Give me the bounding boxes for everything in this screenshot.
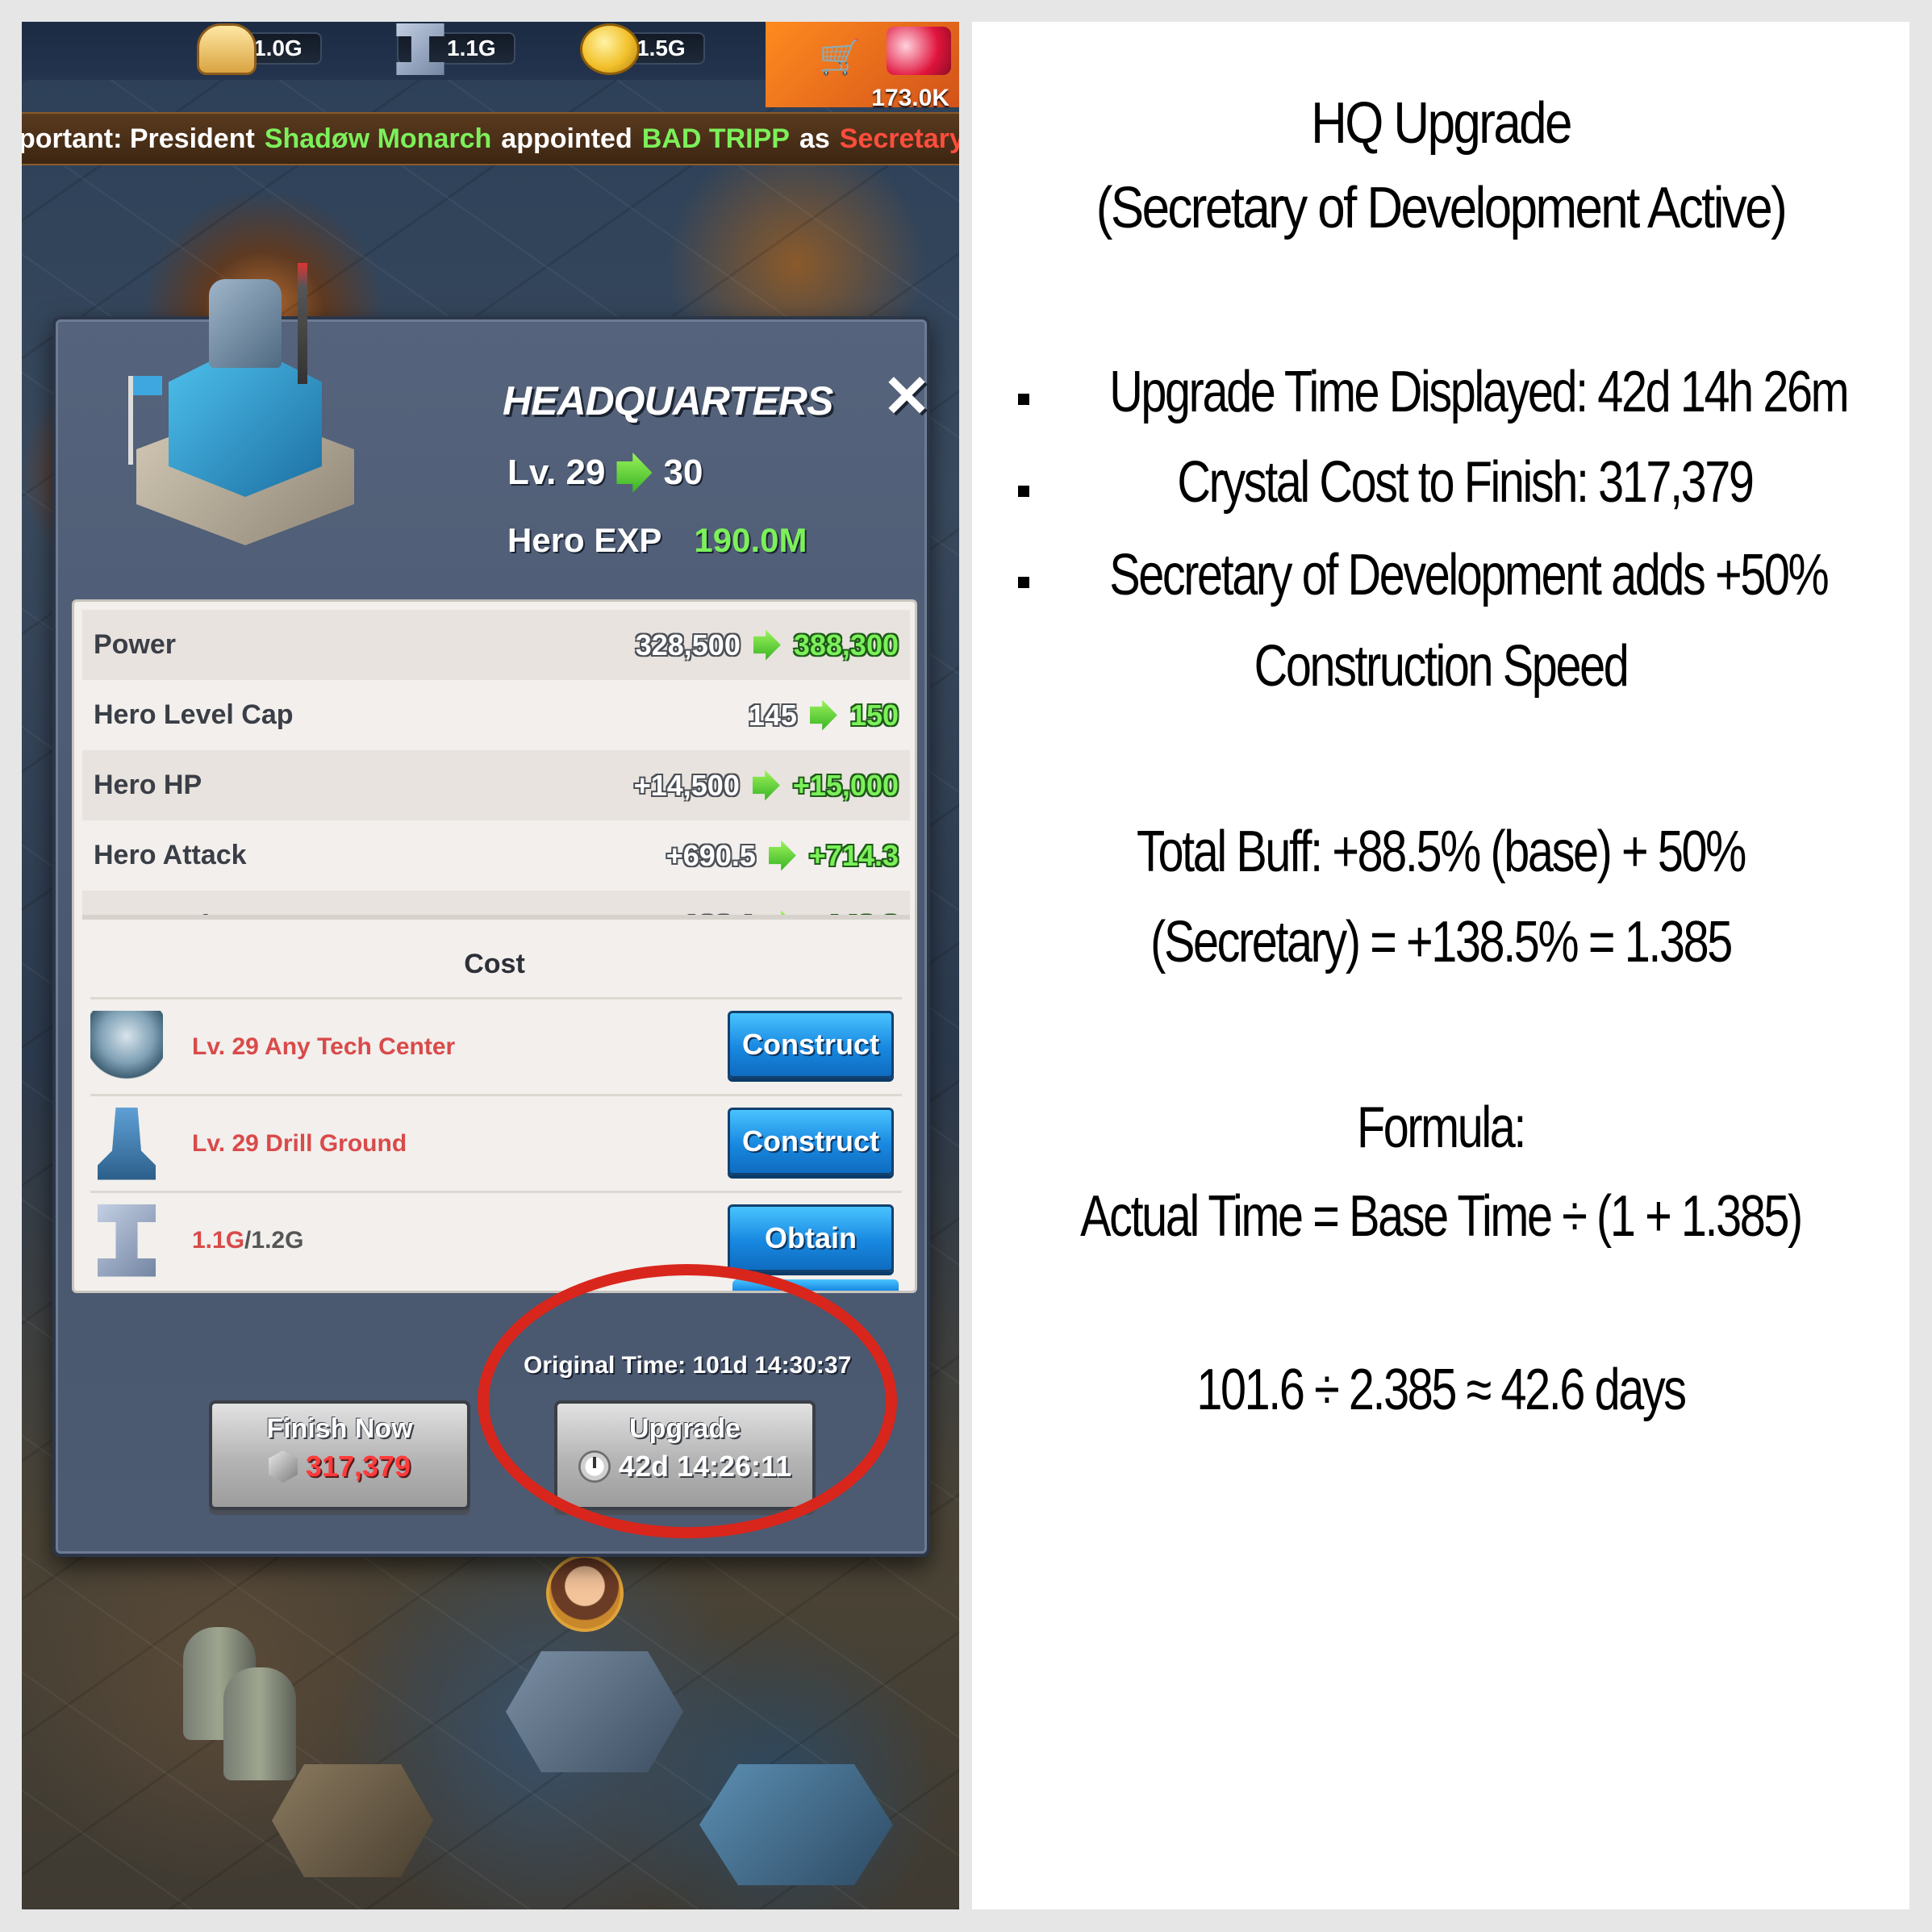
stat-label: Hero Level Cap <box>94 699 294 730</box>
headquarters-building-icon <box>120 263 362 561</box>
shop-button[interactable]: 🛒 173.0K <box>766 22 959 111</box>
bullet-icon <box>1018 486 1029 497</box>
arrow-right-icon <box>752 770 780 801</box>
obtain-button[interactable]: Obtain <box>728 1204 894 1272</box>
upgrade-details-panel: Power 328,500 388,300 Hero Level Cap 145 1… <box>72 599 917 1293</box>
bullet-secretary-cont: Construction Speed <box>1254 634 1629 699</box>
bullet-upgrade-time: Upgrade Time Displayed: 42d 14h 26m <box>1109 360 1849 424</box>
ticker-role: Secretary o <box>839 123 959 154</box>
level-upgrade: Lv. 29 30 <box>507 453 703 493</box>
announcement-ticker: portant: President Shadøw Monarch appoin… <box>22 112 959 165</box>
ticker-mid: appointed <box>501 123 632 154</box>
silo-building <box>223 1667 296 1780</box>
tank <box>699 1764 893 1885</box>
ticker-name-president: Shadøw Monarch <box>264 123 492 154</box>
info-panel: HQ Upgrade (Secretary of Development Act… <box>972 22 1909 1909</box>
stat-from: +138.1 <box>666 909 756 925</box>
gift-pack-icon <box>887 27 951 75</box>
buff-line-2: (Secretary) = +138.5% = 1.385 <box>1150 910 1733 974</box>
bullet-crystal-cost: Crystal Cost to Finish: 317,379 <box>1177 450 1755 515</box>
cost-requirement: Lv. 29 Any Tech Center <box>192 1033 456 1060</box>
stat-label: Power <box>94 629 177 660</box>
cost-row-drill-ground: Lv. 29 Drill Ground Construct <box>90 1094 902 1191</box>
stat-to: +142.8 <box>809 909 899 925</box>
stat-to: +15,000 <box>792 768 899 802</box>
close-icon[interactable]: ✕ <box>878 368 936 426</box>
hero-exp: Hero EXP 190.0M <box>507 521 807 560</box>
bullet-secretary: Secretary of Development adds +50% <box>1109 543 1830 607</box>
arrow-right-icon <box>753 629 781 661</box>
buff-line-1: Total Buff: +88.5% (base) + 50% <box>1137 820 1746 884</box>
shop-count: 173.0K <box>871 85 949 111</box>
level-from: Lv. 29 <box>507 453 606 492</box>
iron-icon <box>98 1204 156 1277</box>
bread-icon <box>197 23 257 75</box>
resource-food[interactable]: 1.0G <box>197 23 322 75</box>
info-title: HQ Upgrade <box>1311 91 1572 156</box>
stat-row-hero-level-cap: Hero Level Cap 145 150 <box>82 680 910 750</box>
drill-ground-icon <box>98 1107 156 1180</box>
stat-row-hero-attack: Hero Attack +690.5 +714.3 <box>82 820 910 891</box>
formula: Actual Time = Base Time ÷ (1 + 1.385) <box>1080 1184 1803 1249</box>
stat-label: Hero Attack <box>94 840 247 870</box>
info-subtitle: (Secretary of Development Active) <box>1095 176 1788 240</box>
stat-to: +714.3 <box>808 838 899 872</box>
hero-exp-value: 190.0M <box>694 521 807 559</box>
gold-coin-icon <box>580 23 640 75</box>
stat-row-hero-hp: Hero HP +14,500 +15,000 <box>82 750 910 820</box>
stat-from: 145 <box>748 698 797 732</box>
arrow-right-icon <box>616 453 653 493</box>
iron-have: 1.1G <box>192 1226 245 1254</box>
stat-from: 328,500 <box>635 628 741 661</box>
cost-row-iron: 1.1G/1.2G Obtain <box>90 1191 902 1287</box>
game-screenshot: 1.0G 1.1G 1.5G 🛒 173.0K portant: Preside… <box>22 22 959 1909</box>
finish-now-button[interactable]: Finish Now 317,379 <box>209 1400 470 1510</box>
construct-button[interactable]: Construct <box>728 1011 894 1079</box>
stat-from: +690.5 <box>666 838 756 872</box>
stat-label: Hero Defense <box>94 910 270 924</box>
stat-from: +14,500 <box>633 768 740 802</box>
cost-requirement: Lv. 29 Drill Ground <box>192 1129 407 1157</box>
hero-avatar-icon[interactable] <box>546 1554 624 1632</box>
resource-gold[interactable]: 1.5G <box>580 23 705 75</box>
formula-result: 101.6 ÷ 2.385 ≈ 42.6 days <box>1196 1358 1687 1422</box>
red-highlight-circle <box>478 1264 897 1538</box>
vehicle <box>272 1764 433 1877</box>
bullet-icon <box>1018 577 1029 588</box>
stat-label: Hero HP <box>94 770 202 800</box>
stat-to: 388,300 <box>793 628 899 661</box>
construct-button[interactable]: Construct <box>728 1108 894 1175</box>
ticker-prefix: portant: President <box>22 123 255 154</box>
shopping-cart-icon: 🛒 <box>819 38 862 76</box>
finish-now-label: Finish Now <box>266 1413 413 1444</box>
stat-row-hero-defense: Hero Defense +138.1 +142.8 <box>82 891 910 924</box>
cost-title: Cost <box>464 949 525 979</box>
iron-need: /1.2G <box>244 1226 304 1254</box>
bullet-icon <box>1018 394 1029 405</box>
stat-to: 150 <box>849 698 899 732</box>
cost-requirement: 1.1G/1.2G <box>192 1227 303 1254</box>
ticker-as: as <box>799 123 830 154</box>
crystal-icon <box>268 1450 298 1483</box>
stat-row-power: Power 328,500 388,300 <box>82 610 910 680</box>
tech-center-icon <box>90 1010 163 1083</box>
tank <box>506 1651 683 1772</box>
hero-exp-label: Hero EXP <box>507 521 662 559</box>
dialog-title: HEADQUARTERS <box>503 378 833 424</box>
cost-list[interactable]: Lv. 29 Any Tech Center Construct Lv. 29 … <box>90 997 902 1287</box>
resource-iron[interactable]: 1.1G <box>396 23 515 75</box>
ticker-name-appointee: BAD TRIPP <box>641 123 790 154</box>
finish-now-cost: 317,379 <box>305 1450 411 1483</box>
level-to: 30 <box>663 453 703 492</box>
stat-list[interactable]: Power 328,500 388,300 Hero Level Cap 145 1… <box>82 610 910 924</box>
arrow-right-icon <box>768 910 796 924</box>
arrow-right-icon <box>768 840 796 871</box>
cost-row-tech-center: Lv. 29 Any Tech Center Construct <box>90 997 902 1094</box>
arrow-right-icon <box>809 699 837 731</box>
formula-title: Formula: <box>1356 1095 1526 1160</box>
